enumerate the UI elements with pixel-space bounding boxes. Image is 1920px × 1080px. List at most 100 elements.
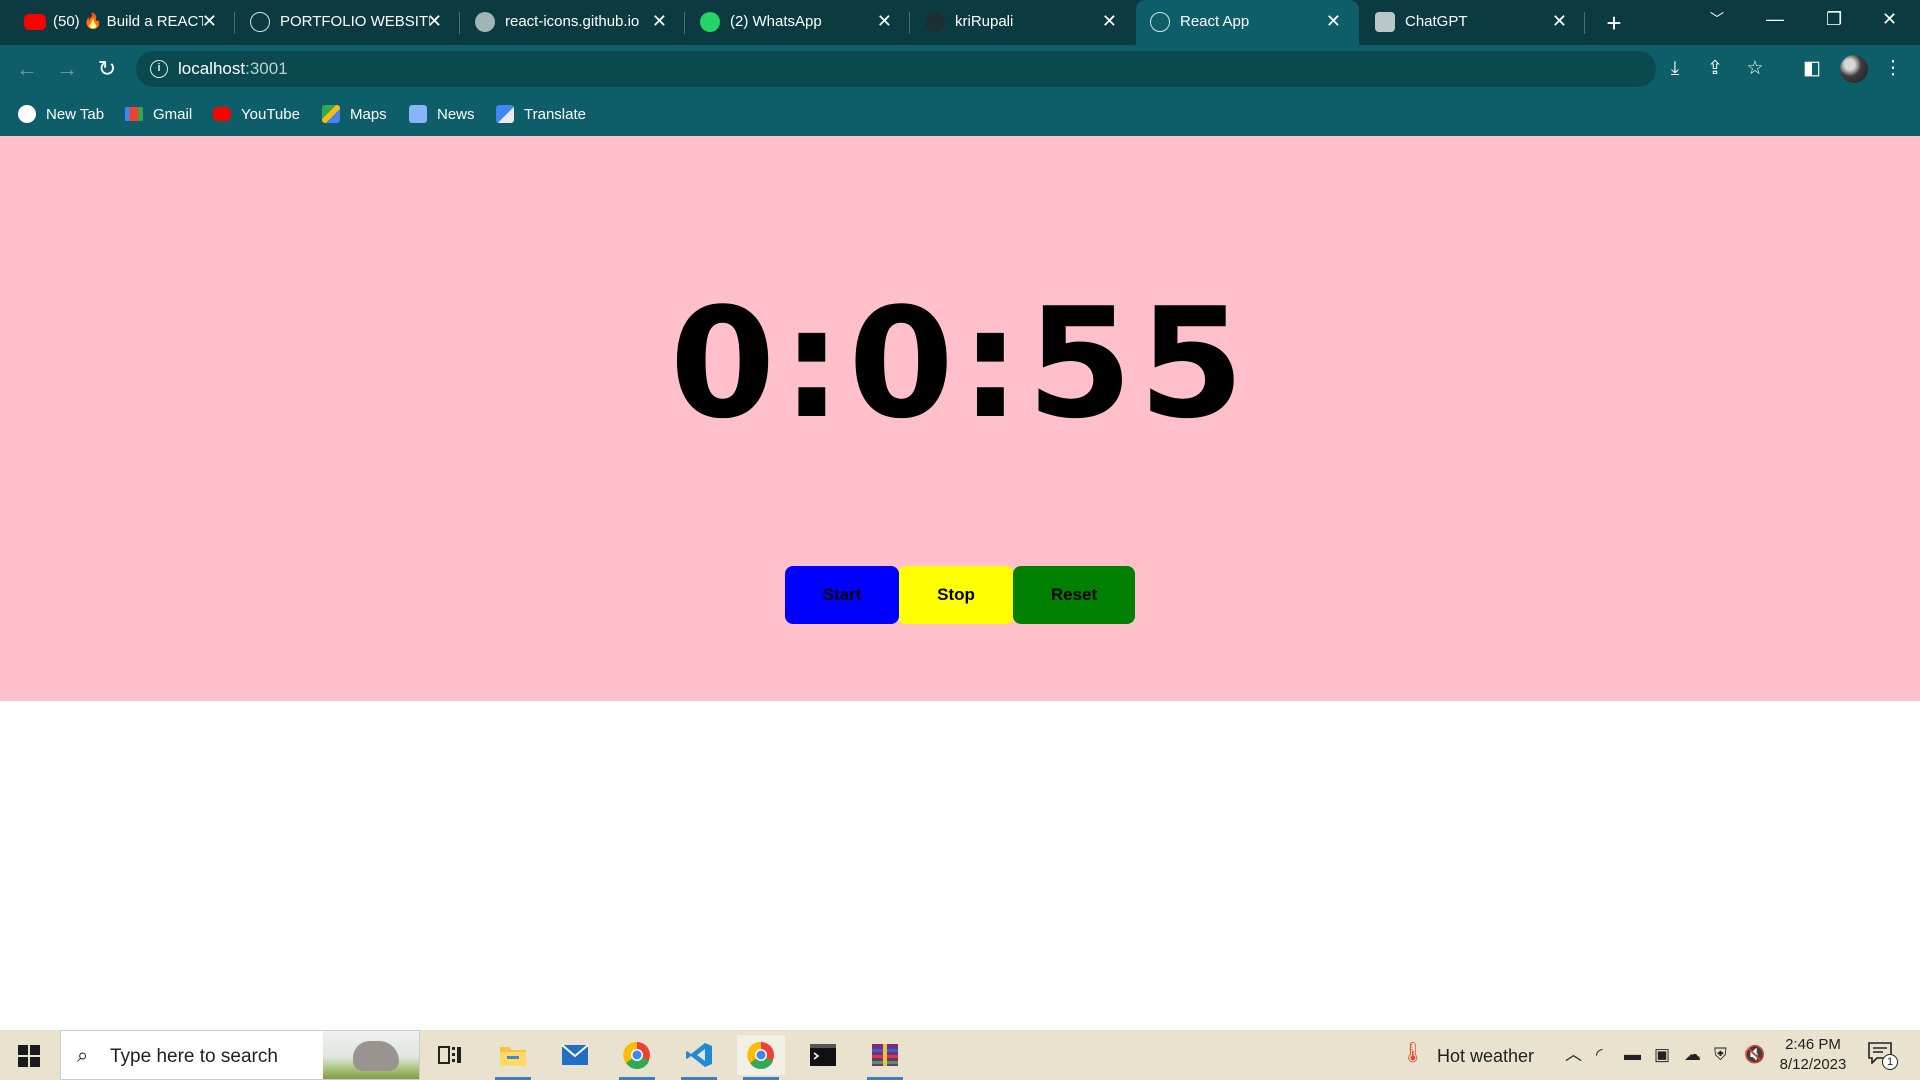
close-icon[interactable]: ✕ [652, 10, 667, 32]
weather-icon[interactable]: 🌡 [1400, 1043, 1425, 1063]
install-icon[interactable]: ⤓ [1662, 56, 1688, 82]
new-tab-button[interactable]: + [1597, 6, 1631, 40]
react-icon [250, 12, 270, 32]
taskbar-clock[interactable]: 2:46 PM 8/12/2023 [1770, 1035, 1856, 1075]
share-icon[interactable]: ⇪ [1702, 56, 1728, 82]
meet-now-icon[interactable]: ▣ [1654, 1045, 1670, 1065]
tab-search-icon[interactable]: ﹀ [1710, 8, 1724, 30]
bookmark-translate[interactable]: Translate [496, 103, 586, 125]
tab-title: (50) 🔥 Build a REACT [53, 13, 203, 30]
news-icon [409, 105, 427, 123]
winrar-icon[interactable] [861, 1035, 909, 1080]
close-icon[interactable]: ✕ [202, 10, 217, 32]
bookmark-label: News [437, 105, 475, 123]
search-icon: ⌕ [77, 1045, 89, 1067]
windows-taskbar: ⌕ Type here to search 🌡 Hot weather ︿ ◜ … [0, 1030, 1920, 1080]
tab-title: ChatGPT [1405, 13, 1468, 30]
bookmark-gmail[interactable]: Gmail [125, 103, 192, 125]
chevron-up-icon[interactable]: ︿ [1565, 1045, 1582, 1065]
chatgpt-icon [1375, 12, 1395, 32]
search-highlight-image [323, 1031, 419, 1079]
tab-title: kriRupali [955, 13, 1014, 30]
volume-muted-icon[interactable]: 🔇 [1744, 1045, 1765, 1065]
side-panel-icon[interactable]: ◧ [1799, 56, 1825, 82]
bookmark-label: Translate [524, 105, 586, 123]
tab-title: React App [1180, 13, 1250, 30]
notification-icon[interactable]: 1 [1868, 1042, 1898, 1070]
tab-strip: (50) 🔥 Build a REACT ✕ PORTFOLIO WEBSITE… [0, 0, 1920, 45]
url-text: localhost:3001 [178, 59, 288, 78]
tab-title: react-icons.github.io [505, 13, 640, 30]
task-view-icon[interactable] [426, 1035, 474, 1075]
bookmark-label: Maps [350, 105, 387, 123]
chrome-taskbar-icon[interactable] [613, 1035, 661, 1080]
bookmark-label: New Tab [46, 105, 105, 123]
vscode-icon[interactable] [675, 1035, 723, 1080]
windows-start-icon[interactable] [18, 1045, 40, 1067]
stop-button[interactable]: Stop [899, 566, 1013, 624]
github-icon [925, 12, 945, 32]
window-close-icon[interactable]: ✕ [1882, 8, 1897, 30]
gmail-icon [125, 107, 143, 121]
bookmark-star-icon[interactable]: ☆ [1742, 56, 1768, 82]
bookmark-news[interactable]: News [409, 103, 475, 125]
reload-icon[interactable]: ↻ [93, 55, 121, 83]
reset-button[interactable]: Reset [1013, 566, 1135, 624]
back-icon[interactable]: ← [13, 55, 41, 83]
site-info-icon[interactable]: i [150, 60, 168, 78]
youtube-icon [24, 14, 46, 30]
tab-whatsapp[interactable]: (2) WhatsApp ✕ [685, 0, 910, 45]
clock-time: 2:46 PM [1785, 1036, 1841, 1053]
tab-chatgpt[interactable]: ChatGPT ✕ [1360, 0, 1585, 45]
tab-react-app[interactable]: React App ✕ [1136, 0, 1359, 45]
close-icon[interactable]: ✕ [877, 10, 892, 32]
page-viewport: 0:0:55 Start Stop Reset [0, 136, 1920, 1030]
react-icon [1150, 12, 1170, 32]
file-explorer-icon[interactable] [489, 1035, 537, 1080]
stopwatch-display: 0:0:55 [669, 275, 1251, 452]
tab-portfolio[interactable]: PORTFOLIO WEBSITE ✕ [235, 0, 460, 45]
tab-github[interactable]: kriRupali ✕ [910, 0, 1135, 45]
close-icon[interactable]: ✕ [427, 10, 442, 32]
whatsapp-icon [700, 12, 720, 32]
tab-react-icons[interactable]: react-icons.github.io ✕ [460, 0, 685, 45]
bookmark-label: Gmail [153, 105, 193, 123]
close-icon[interactable]: ✕ [1552, 10, 1567, 32]
forward-icon[interactable]: → [53, 55, 81, 83]
search-placeholder: Type here to search [110, 1046, 278, 1067]
tab-title: PORTFOLIO WEBSITE [280, 13, 430, 30]
close-icon[interactable]: ✕ [1102, 10, 1117, 32]
bookmark-youtube[interactable]: YouTube [213, 103, 300, 125]
maps-icon [322, 105, 340, 123]
onedrive-icon[interactable]: ☁ [1684, 1045, 1701, 1065]
tab-title: (2) WhatsApp [730, 13, 822, 30]
bookmark-label: YouTube [241, 105, 300, 123]
weather-text[interactable]: Hot weather [1437, 1045, 1534, 1067]
chrome-active-taskbar-icon[interactable] [737, 1035, 785, 1080]
battery-icon[interactable]: ▬ [1624, 1045, 1641, 1065]
stopwatch-container: 0:0:55 Start Stop Reset [0, 136, 1920, 701]
wifi-icon[interactable]: ◜ [1596, 1045, 1603, 1065]
chrome-icon [18, 105, 36, 123]
clock-date: 8/12/2023 [1779, 1056, 1847, 1073]
bookmarks-bar: New Tab Gmail YouTube Maps News Translat… [0, 93, 1920, 136]
menu-icon[interactable]: ⋮ [1880, 56, 1906, 82]
taskbar-search-box[interactable]: ⌕ Type here to search [60, 1030, 420, 1080]
close-icon[interactable]: ✕ [1326, 10, 1341, 32]
mail-icon[interactable] [551, 1035, 599, 1075]
bookmark-maps[interactable]: Maps [322, 103, 387, 125]
youtube-icon [213, 107, 231, 121]
globe-icon [475, 12, 495, 32]
notification-count-badge: 1 [1882, 1054, 1898, 1070]
security-icon[interactable]: ⛨ [1714, 1045, 1727, 1065]
tab-youtube[interactable]: (50) 🔥 Build a REACT ✕ [0, 0, 235, 45]
restore-icon[interactable]: ❐ [1826, 8, 1842, 30]
browser-toolbar: ← → ↻ i localhost:3001 ⤓ ⇪ ☆ ◧ ⋮ [0, 45, 1920, 93]
profile-avatar[interactable] [1840, 55, 1868, 83]
address-bar[interactable]: i localhost:3001 ⤓ ⇪ ☆ [136, 51, 1764, 87]
tab-separator [1584, 12, 1585, 34]
terminal-icon[interactable] [799, 1035, 847, 1075]
minimize-icon[interactable]: — [1766, 8, 1784, 30]
start-button[interactable]: Start [785, 566, 899, 624]
bookmark-new-tab[interactable]: New Tab [18, 103, 104, 125]
